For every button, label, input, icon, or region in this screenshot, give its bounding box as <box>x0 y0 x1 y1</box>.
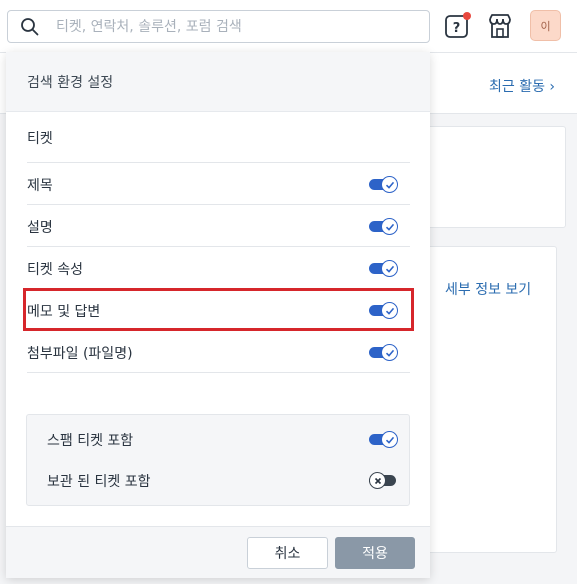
section-title-tickets: 티켓 <box>27 131 53 147</box>
toggle-switch-off[interactable] <box>369 472 398 489</box>
search-input[interactable] <box>56 15 416 39</box>
top-bar: ? 이 <box>0 0 577 52</box>
option-label: 티켓 속성 <box>27 262 83 278</box>
check-icon <box>381 218 398 235</box>
toggle-switch-on[interactable] <box>369 431 398 448</box>
option-include-spam[interactable]: 스팸 티켓 포함 <box>47 418 398 460</box>
help-notification-icon[interactable]: ? <box>443 11 473 41</box>
check-icon <box>381 176 398 193</box>
check-icon <box>381 260 398 277</box>
option-include-archived[interactable]: 보관 된 티켓 포함 <box>47 459 398 501</box>
recent-activity-link[interactable]: 최근 활동 › <box>489 76 555 96</box>
cancel-button[interactable]: 취소 <box>247 537 328 569</box>
toggle-switch-on[interactable] <box>369 344 398 361</box>
search-preferences-panel: 검색 환경 설정 티켓 제목 설명 티켓 속성 메모 및 답변 첨부파일 (파일… <box>6 52 430 578</box>
option-description[interactable]: 설명 <box>27 205 410 247</box>
search-box[interactable] <box>7 10 430 43</box>
background-card <box>420 126 566 228</box>
highlight-box <box>23 288 414 331</box>
option-label: 첨부파일 (파일명) <box>27 346 133 362</box>
search-icon <box>21 18 39 36</box>
option-label: 스팸 티켓 포함 <box>47 433 134 449</box>
toggle-switch-on[interactable] <box>369 218 398 235</box>
divider <box>27 372 410 373</box>
extra-options-box: 스팸 티켓 포함 보관 된 티켓 포함 <box>26 414 410 506</box>
toggle-switch-on[interactable] <box>369 176 398 193</box>
option-label: 제목 <box>27 178 53 194</box>
option-label: 설명 <box>27 220 53 236</box>
view-details-link[interactable]: 세부 정보 보기 <box>445 279 531 299</box>
apply-button[interactable]: 적용 <box>335 537 415 569</box>
check-icon <box>381 344 398 361</box>
option-label: 보관 된 티켓 포함 <box>47 474 151 490</box>
x-icon <box>369 472 386 489</box>
option-title[interactable]: 제목 <box>27 163 410 205</box>
svg-text:?: ? <box>453 21 461 36</box>
panel-title: 검색 환경 설정 <box>6 52 430 112</box>
check-icon <box>381 431 398 448</box>
store-icon[interactable] <box>485 11 515 41</box>
avatar[interactable]: 이 <box>530 10 561 41</box>
option-ticket-properties[interactable]: 티켓 속성 <box>27 247 410 289</box>
panel-footer: 취소 적용 <box>6 526 430 578</box>
option-attachments[interactable]: 첨부파일 (파일명) <box>27 331 410 373</box>
toggle-switch-on[interactable] <box>369 260 398 277</box>
